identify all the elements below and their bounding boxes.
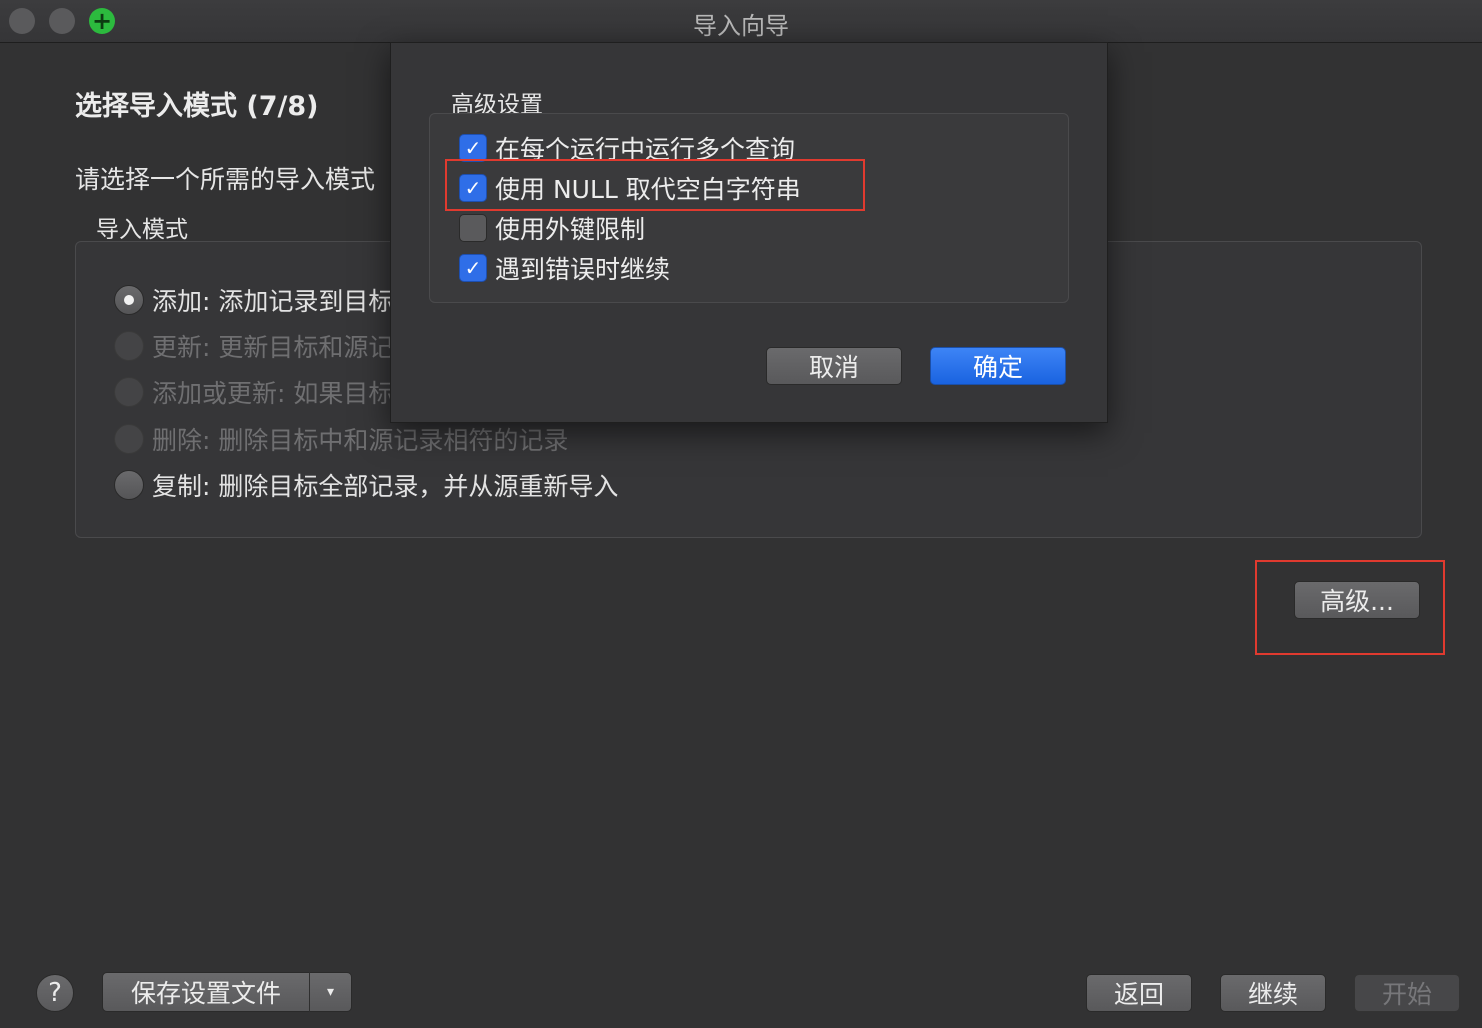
mode-update-option: 更新: 更新目标和源记 xyxy=(114,328,393,364)
checkbox-checked-icon[interactable]: ✓ xyxy=(459,134,487,162)
mode-delete-label: 删除: 删除目标中和源记录相符的记录 xyxy=(152,426,569,455)
checkbox-checked-icon[interactable]: ✓ xyxy=(459,254,487,282)
checkbox-icon[interactable] xyxy=(459,214,487,242)
mode-delete-option: 删除: 删除目标中和源记录相符的记录 xyxy=(114,421,568,457)
import-mode-group-label: 导入模式 xyxy=(96,217,188,243)
option-continue-on-error-label: 遇到错误时继续 xyxy=(495,255,671,284)
option-foreign-key-label: 使用外键限制 xyxy=(495,215,646,244)
save-profile-button[interactable]: 保存设置文件 xyxy=(103,974,309,1010)
mode-append-option[interactable]: 添加: 添加记录到目标 xyxy=(114,282,393,318)
ok-button[interactable]: 确定 xyxy=(930,347,1066,385)
mode-append-or-update-label: 添加或更新: 如果目标 xyxy=(152,379,394,408)
radio-icon xyxy=(114,331,144,361)
cancel-button[interactable]: 取消 xyxy=(766,347,902,385)
window-title: 导入向导 xyxy=(693,12,789,40)
title-bar: + 导入向导 xyxy=(0,0,1482,43)
option-continue-on-error[interactable]: ✓ 遇到错误时继续 xyxy=(459,251,670,285)
mode-copy-label: 复制: 删除目标全部记录，并从源重新导入 xyxy=(152,472,619,501)
back-button[interactable]: 返回 xyxy=(1086,974,1192,1012)
radio-icon[interactable] xyxy=(114,470,144,500)
instruction-text: 请选择一个所需的导入模式 xyxy=(75,165,376,194)
continue-button[interactable]: 继续 xyxy=(1220,974,1326,1012)
step-title: 选择导入模式 (7/8) xyxy=(75,91,319,122)
radio-selected-icon[interactable] xyxy=(114,285,144,315)
start-button: 开始 xyxy=(1354,974,1460,1012)
radio-icon xyxy=(114,377,144,407)
chevron-down-icon[interactable]: ▾ xyxy=(310,984,351,1000)
help-button[interactable]: ? xyxy=(36,974,74,1012)
mode-append-or-update-option: 添加或更新: 如果目标 xyxy=(114,374,393,410)
radio-icon xyxy=(114,424,144,454)
highlight-box-null-option xyxy=(445,159,865,211)
save-profile-split-button[interactable]: 保存设置文件 ▾ xyxy=(102,972,352,1012)
highlight-box-advanced xyxy=(1255,560,1445,655)
option-foreign-key[interactable]: 使用外键限制 xyxy=(459,211,645,245)
mode-copy-option[interactable]: 复制: 删除目标全部记录，并从源重新导入 xyxy=(114,467,618,503)
advanced-settings-dialog: 高级设置 ✓ 在每个运行中运行多个查询 ✓ 使用 NULL 取代空白字符串 使用… xyxy=(390,42,1108,423)
mode-update-label: 更新: 更新目标和源记 xyxy=(152,333,394,362)
mode-append-label: 添加: 添加记录到目标 xyxy=(152,287,394,316)
